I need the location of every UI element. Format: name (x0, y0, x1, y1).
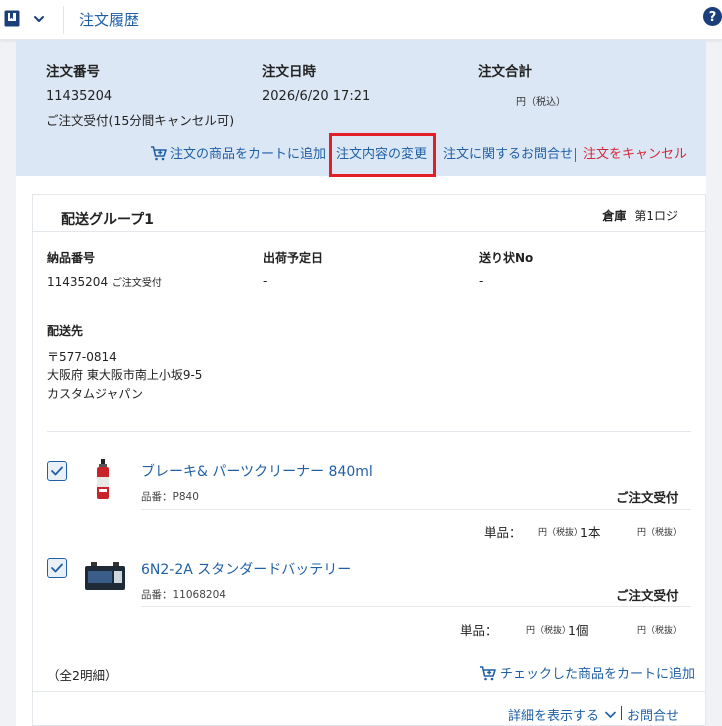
top-bar: 注文履歴 ? (0, 0, 722, 40)
unit-price: 円（税抜） (538, 528, 584, 538)
destination-label: 配送先 (47, 324, 84, 338)
item-divider (141, 606, 691, 607)
ship-date: - (263, 274, 268, 288)
add-order-to-cart-link[interactable]: 注文の商品をカートに追加 (150, 142, 326, 168)
item-qty: 1本 (580, 525, 601, 540)
add-order-to-cart-label: 注文の商品をカートに追加 (170, 147, 327, 162)
action-divider (575, 148, 576, 162)
delivery-no: 11435204 (47, 275, 109, 289)
delivery-status: ご注文受付 (111, 278, 162, 289)
add-checked-to-cart-label: チェックした商品をカートに追加 (499, 667, 695, 682)
order-datetime-label: 注文日時 (262, 64, 316, 80)
ship-date-label: 出荷予定日 (263, 251, 324, 265)
warehouse-value: 第1ロジ (634, 209, 678, 223)
shipping-group: 配送グループ1 倉庫 第1ロジ 納品番号 11435204 ご注文受付 出荷予定日… (32, 194, 706, 726)
check-icon (51, 466, 63, 476)
warehouse-label: 倉庫 (602, 209, 627, 223)
item-code: 品番：11068204 (141, 589, 226, 601)
order-inquiry-link[interactable]: 注文に関するお問合せ (443, 142, 573, 168)
delivery-no-label: 納品番号 (47, 251, 96, 265)
delivery-no-row: 11435204 ご注文受付 (47, 274, 162, 289)
unit-label: 単品： (484, 525, 522, 540)
group-title: 配送グループ1 (61, 212, 154, 228)
check-icon (51, 563, 63, 573)
item-status: ご注文受付 (616, 490, 679, 505)
item-name[interactable]: ブレーキ& パーツクリーナー 840ml (141, 461, 373, 481)
bookmark-book-icon[interactable] (4, 10, 20, 27)
chevron-down-icon (605, 711, 616, 718)
spray-can-icon (97, 459, 109, 499)
page-title: 注文履歴 (79, 11, 140, 29)
group-header-divider (33, 231, 705, 232)
cart-plus-icon (479, 666, 496, 681)
order-total-unit: 円（税込） (516, 97, 566, 108)
order-status: ご注文受付(15分間キャンセル可) (46, 113, 235, 128)
svg-text:?: ? (709, 10, 717, 25)
cart-plus-icon (151, 146, 167, 161)
order-total-label: 注文合計 (478, 64, 532, 80)
items-divider (47, 431, 691, 432)
order-content: 注文番号 11435204 ご注文受付(15分間キャンセル可) 注文日時 202… (16, 40, 706, 726)
item-subtotal: 円（税抜） (637, 528, 683, 538)
highlight-box (329, 133, 436, 177)
show-details-label: 詳細を表示する (507, 709, 599, 724)
cancel-order-link[interactable]: 注文をキャンセル (583, 142, 687, 168)
address: 大阪府 東大阪市南上小坂9-5 (47, 368, 203, 382)
item-count: （全2明細） (47, 668, 118, 683)
order-number-label: 注文番号 (46, 64, 100, 80)
header-divider (63, 6, 64, 34)
unit-price: 円（税抜） (526, 626, 572, 636)
add-checked-to-cart-link[interactable]: チェックした商品をカートに追加 (479, 663, 695, 682)
item-status: ご注文受付 (616, 588, 679, 603)
item-qty: 1個 (568, 623, 589, 638)
recipient: カスタムジャパン (47, 387, 144, 401)
invoice-label: 送り状No (479, 251, 534, 265)
warehouse-info: 倉庫 第1ロジ (602, 207, 678, 224)
item-divider (141, 509, 691, 510)
footer-link-divider (621, 706, 622, 720)
order-number: 11435204 (46, 89, 113, 104)
item-name[interactable]: 6N2-2A スタンダードバッテリー (141, 559, 351, 579)
item-checkbox[interactable] (47, 558, 67, 578)
order-summary: 注文番号 11435204 ご注文受付(15分間キャンセル可) 注文日時 202… (16, 40, 706, 177)
order-datetime: 2026/6/20 17:21 (262, 89, 371, 104)
footer-divider (33, 691, 705, 692)
item-code: 品番：P840 (141, 491, 199, 503)
show-details-link[interactable]: 詳細を表示する (508, 705, 616, 724)
group-inquiry-link[interactable]: お問合せ (627, 705, 679, 724)
item-checkbox[interactable] (47, 461, 67, 481)
battery-icon (85, 562, 125, 590)
item-subtotal: 円（税抜） (637, 626, 683, 636)
unit-label: 単品： (460, 623, 498, 638)
postal-code: 〒577-0814 (47, 350, 117, 364)
invoice-no: - (479, 274, 484, 288)
chevron-down-icon[interactable] (32, 12, 46, 26)
help-icon[interactable]: ? (703, 7, 722, 26)
